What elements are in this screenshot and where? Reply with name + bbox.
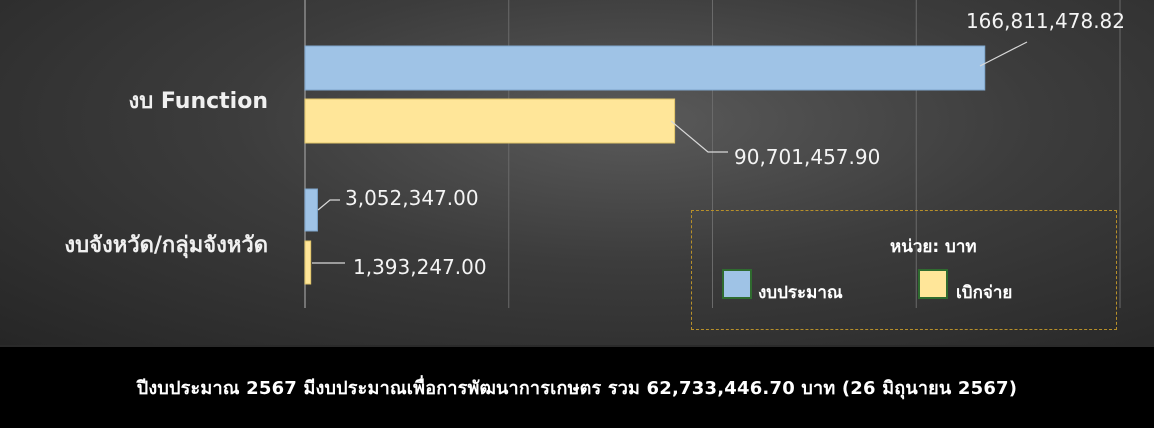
bar-budget bbox=[304, 45, 986, 91]
data-label: 90,701,457.90 bbox=[734, 145, 880, 169]
category-label: งบ Function bbox=[129, 89, 269, 114]
legend-swatch-disbursed bbox=[918, 269, 948, 299]
footer-text: ปีงบประมาณ 2567 มีงบประมาณเพื่อการพัฒนาก… bbox=[136, 378, 1018, 399]
legend-swatch-budget bbox=[722, 269, 752, 299]
data-label: 1,393,247.00 bbox=[353, 255, 487, 279]
chart-area: งบ Function 166,811,478.82 90,701,457.90 งบ… bbox=[0, 0, 1154, 345]
data-label-leader bbox=[317, 199, 340, 211]
legend: หน่วย: บาท งบประมาณ เบิกจ่าย bbox=[691, 210, 1117, 330]
legend-label-budget: งบประมาณ bbox=[758, 283, 843, 303]
legend-label-disbursed: เบิกจ่าย bbox=[956, 283, 1013, 303]
category-label: งบจังหวัด/กลุ่มจังหวัด bbox=[64, 233, 268, 259]
bar-disbursed bbox=[304, 240, 312, 285]
data-label: 3,052,347.00 bbox=[345, 186, 479, 210]
data-label: 166,811,478.82 bbox=[966, 9, 1125, 33]
legend-unit-label: หน่วย: บาท bbox=[890, 237, 977, 257]
data-label-leader bbox=[670, 120, 728, 153]
bar-disbursed bbox=[304, 98, 676, 144]
data-label-leader bbox=[979, 41, 1028, 67]
bar-budget bbox=[304, 188, 318, 232]
footer-bar: ปีงบประมาณ 2567 มีงบประมาณเพื่อการพัฒนาก… bbox=[0, 345, 1154, 428]
